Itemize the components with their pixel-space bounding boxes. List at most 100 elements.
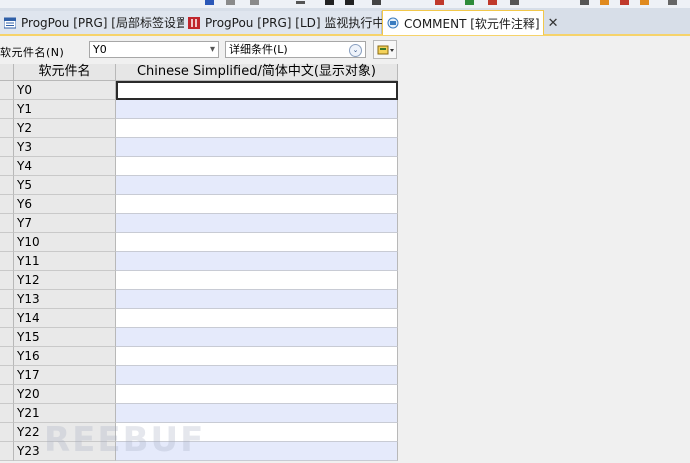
tab-comment[interactable]: COMMENT [软元件注释] ✕ xyxy=(382,10,559,35)
row-selector[interactable] xyxy=(0,442,14,461)
toolbar-icon[interactable] xyxy=(510,0,519,5)
row-selector[interactable] xyxy=(0,119,14,138)
table-row[interactable]: Y13 xyxy=(0,290,398,309)
toolbar-icon[interactable] xyxy=(600,0,609,5)
table-row[interactable]: Y15 xyxy=(0,328,398,347)
table-corner[interactable] xyxy=(0,64,14,81)
row-selector[interactable] xyxy=(0,328,14,347)
device-name-cell: Y20 xyxy=(14,385,116,404)
device-name-cell: Y16 xyxy=(14,347,116,366)
comment-cell[interactable] xyxy=(116,328,398,347)
table-row[interactable]: Y5 xyxy=(0,176,398,195)
row-selector[interactable] xyxy=(0,233,14,252)
row-selector[interactable] xyxy=(0,290,14,309)
device-name-cell: Y15 xyxy=(14,328,116,347)
toolbar-icon[interactable] xyxy=(640,0,649,5)
row-selector[interactable] xyxy=(0,252,14,271)
table-row[interactable]: Y16 xyxy=(0,347,398,366)
comment-cell[interactable] xyxy=(116,271,398,290)
table-row[interactable]: Y0 xyxy=(0,81,398,100)
column-header-device[interactable]: 软元件名 xyxy=(14,64,116,81)
close-icon[interactable]: ✕ xyxy=(548,16,559,31)
table-row[interactable]: Y20 xyxy=(0,385,398,404)
comment-cell[interactable] xyxy=(116,233,398,252)
table-row[interactable]: Y10 xyxy=(0,233,398,252)
toolbar-icon[interactable] xyxy=(620,0,629,5)
table-row[interactable]: Y17 xyxy=(0,366,398,385)
comment-cell[interactable] xyxy=(116,81,398,100)
row-selector[interactable] xyxy=(0,271,14,290)
tab-local-label[interactable]: ProgPou [PRG] [局部标签设置] xyxy=(0,11,193,34)
toolbar-icon[interactable] xyxy=(668,0,677,5)
device-name-cell: Y12 xyxy=(14,271,116,290)
row-selector[interactable] xyxy=(0,157,14,176)
comment-icon xyxy=(387,17,399,29)
comment-cell[interactable] xyxy=(116,214,398,233)
tab-ladder-monitor[interactable]: ProgPou [PRG] [LD] 监视执行中... xyxy=(184,11,396,34)
row-selector[interactable] xyxy=(0,195,14,214)
device-name-value: Y0 xyxy=(93,43,107,56)
device-name-cell: Y4 xyxy=(14,157,116,176)
toolbar-icon[interactable] xyxy=(250,0,259,5)
toolbar-icon[interactable] xyxy=(325,0,334,5)
toolbar-icon[interactable] xyxy=(488,0,497,5)
comment-cell[interactable] xyxy=(116,157,398,176)
toolbar-icon[interactable] xyxy=(465,0,474,5)
row-selector[interactable] xyxy=(0,385,14,404)
detail-condition-label: 详细条件(L) xyxy=(229,43,288,56)
comment-cell[interactable] xyxy=(116,309,398,328)
device-name-cell: Y5 xyxy=(14,176,116,195)
toolbar-icon[interactable] xyxy=(226,0,235,5)
comment-cell[interactable] xyxy=(116,100,398,119)
table-row[interactable]: Y3 xyxy=(0,138,398,157)
comment-cell[interactable] xyxy=(116,252,398,271)
table-row[interactable]: Y1 xyxy=(0,100,398,119)
comment-cell[interactable] xyxy=(116,347,398,366)
row-selector[interactable] xyxy=(0,366,14,385)
toolbar-icon[interactable] xyxy=(296,0,305,5)
row-selector[interactable] xyxy=(0,176,14,195)
table-row[interactable]: Y11 xyxy=(0,252,398,271)
table-row[interactable]: Y12 xyxy=(0,271,398,290)
table-row[interactable]: Y14 xyxy=(0,309,398,328)
comment-cell[interactable] xyxy=(116,195,398,214)
table-row[interactable]: Y2 xyxy=(0,119,398,138)
row-selector[interactable] xyxy=(0,309,14,328)
device-name-label: 软元件名(N) xyxy=(0,46,65,59)
table-row[interactable]: Y4 xyxy=(0,157,398,176)
comment-cell[interactable] xyxy=(116,385,398,404)
device-name-combo[interactable]: Y0 ▾ xyxy=(89,41,219,58)
comment-cell[interactable] xyxy=(116,176,398,195)
display-options-button[interactable] xyxy=(373,40,397,59)
chevron-down-icon[interactable]: ▾ xyxy=(210,42,215,57)
row-selector[interactable] xyxy=(0,138,14,157)
table-row[interactable]: Y7 xyxy=(0,214,398,233)
toolbar-strip xyxy=(0,0,690,8)
device-name-cell: Y11 xyxy=(14,252,116,271)
row-selector[interactable] xyxy=(0,347,14,366)
detail-condition-button[interactable]: 详细条件(L) ⌄ xyxy=(225,41,366,58)
row-selector[interactable] xyxy=(0,81,14,100)
toolbar-icon[interactable] xyxy=(345,0,354,5)
comment-cell[interactable] xyxy=(116,119,398,138)
comment-cell[interactable] xyxy=(116,366,398,385)
device-name-cell: Y1 xyxy=(14,100,116,119)
comment-cell[interactable] xyxy=(116,138,398,157)
row-selector[interactable] xyxy=(0,423,14,442)
toolbar-icon[interactable] xyxy=(580,0,589,5)
table-row[interactable]: Y6 xyxy=(0,195,398,214)
row-selector[interactable] xyxy=(0,214,14,233)
column-header-comment[interactable]: Chinese Simplified/简体中文(显示对象) xyxy=(116,64,398,81)
toolbar-icon[interactable] xyxy=(435,0,444,5)
row-selector[interactable] xyxy=(0,100,14,119)
tab-label: COMMENT [软元件注释] xyxy=(404,16,540,31)
device-name-cell: Y10 xyxy=(14,233,116,252)
toolbar-icon[interactable] xyxy=(205,0,214,5)
row-selector[interactable] xyxy=(0,404,14,423)
device-name-cell: Y3 xyxy=(14,138,116,157)
tab-label: ProgPou [PRG] [局部标签设置] xyxy=(21,16,193,30)
double-chevron-down-icon: ⌄ xyxy=(349,44,362,57)
comment-cell[interactable] xyxy=(116,290,398,309)
toolbar-icon[interactable] xyxy=(372,0,381,5)
display-options-icon xyxy=(377,45,394,55)
